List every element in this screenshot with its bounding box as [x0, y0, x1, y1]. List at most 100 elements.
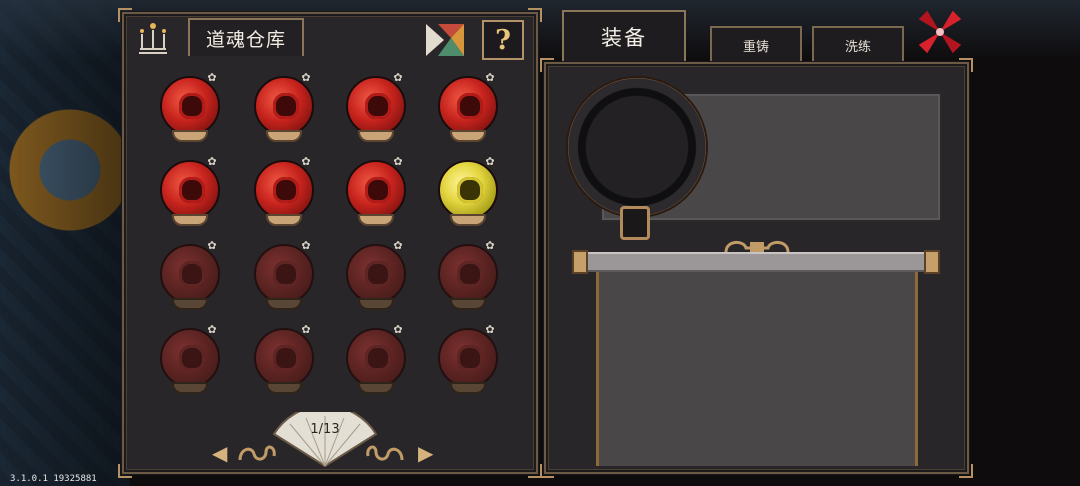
corner-ornament [118, 8, 132, 22]
orb-stand [172, 382, 208, 394]
corner-ornament [118, 464, 132, 478]
corner-ornament [540, 58, 554, 72]
demon-face-icon [179, 177, 205, 203]
demon-face-icon [179, 345, 205, 371]
soul-orb-dim [160, 244, 220, 304]
demon-face-icon [457, 177, 483, 203]
color-sort-icon[interactable] [424, 22, 466, 58]
demon-face-icon [273, 93, 299, 119]
soul-slot[interactable]: ✿ [338, 324, 418, 404]
orb-stand [172, 130, 208, 142]
orb-stand [450, 382, 486, 394]
demon-face-icon [273, 345, 299, 371]
demon-face-icon [365, 93, 391, 119]
soul-slot[interactable]: ✿ [152, 72, 232, 152]
demon-face-icon [273, 261, 299, 287]
soul-orb-red [160, 160, 220, 220]
cloud-ornament-right [366, 445, 404, 461]
demon-face-icon [457, 345, 483, 371]
close-icon[interactable] [912, 4, 968, 60]
soul-orb-dim [438, 328, 498, 388]
candelabra-icon [139, 23, 167, 54]
page-indicator: 1/13 [310, 422, 340, 437]
soul-orb-dim [438, 244, 498, 304]
orb-stand [358, 130, 394, 142]
orb-stand [358, 298, 394, 310]
soul-slot[interactable]: ✿ [430, 156, 510, 236]
orb-stand [450, 130, 486, 142]
help-button[interactable]: ? [482, 20, 524, 60]
soul-slot[interactable]: ✿ [246, 324, 326, 404]
background-map [0, 0, 130, 486]
orb-stand [172, 298, 208, 310]
soul-orb-dim [254, 328, 314, 388]
orb-stand [358, 214, 394, 226]
next-page-button[interactable]: ▶ [418, 441, 433, 465]
star-badge-icon: ✿ [207, 71, 217, 84]
orb-stand [358, 382, 394, 394]
equip-slot-ring[interactable] [566, 76, 708, 218]
corner-ornament [959, 58, 973, 72]
star-badge-icon: ✿ [393, 71, 403, 84]
soul-slot[interactable]: ✿ [430, 240, 510, 320]
scroll-rod [574, 252, 938, 272]
scroll-cap-left [572, 250, 588, 274]
soul-slot[interactable]: ✿ [338, 240, 418, 320]
version-label: 3.1.0.1 19325881 [10, 474, 97, 484]
soul-orb-dim [254, 244, 314, 304]
soul-slot[interactable]: ✿ [338, 72, 418, 152]
demon-face-icon [365, 177, 391, 203]
demon-face-icon [365, 345, 391, 371]
orb-stand [172, 214, 208, 226]
soul-slot[interactable]: ✿ [246, 240, 326, 320]
star-badge-icon: ✿ [207, 155, 217, 168]
star-badge-icon: ✿ [485, 71, 495, 84]
soul-orb-dim [346, 328, 406, 388]
soul-orb-dim [346, 244, 406, 304]
soul-orb-red [254, 76, 314, 136]
star-badge-icon: ✿ [301, 155, 311, 168]
star-badge-icon: ✿ [485, 239, 495, 252]
tab-recast[interactable]: 重铸 [710, 26, 802, 62]
prev-page-button[interactable]: ◀ [212, 441, 227, 465]
corner-ornament [959, 464, 973, 478]
scroll-cap-right [924, 250, 940, 274]
soul-orb-red [160, 76, 220, 136]
soul-orb-red [254, 160, 314, 220]
corner-ornament [540, 464, 554, 478]
soul-orb-red [438, 76, 498, 136]
tab-refine[interactable]: 洗练 [812, 26, 904, 62]
orb-stand [266, 214, 302, 226]
soul-slot[interactable]: ✿ [430, 324, 510, 404]
panel-title: 道魂仓库 [188, 18, 304, 56]
orb-stand [266, 298, 302, 310]
star-badge-icon: ✿ [393, 155, 403, 168]
soul-orb-gold [438, 160, 498, 220]
soul-slot[interactable]: ✿ [152, 324, 232, 404]
star-badge-icon: ✿ [393, 323, 403, 336]
soul-orb-red [346, 160, 406, 220]
tab-equipment[interactable]: 装备 [562, 10, 686, 62]
soul-slot[interactable]: ✿ [152, 156, 232, 236]
star-badge-icon: ✿ [301, 323, 311, 336]
corner-ornament [528, 8, 542, 22]
orb-stand [266, 382, 302, 394]
star-badge-icon: ✿ [485, 155, 495, 168]
demon-face-icon [365, 261, 391, 287]
soul-slot[interactable]: ✿ [430, 72, 510, 152]
demon-face-icon [179, 261, 205, 287]
demon-face-icon [179, 93, 205, 119]
soul-slot[interactable]: ✿ [338, 156, 418, 236]
star-badge-icon: ✿ [393, 239, 403, 252]
soul-slot[interactable]: ✿ [246, 156, 326, 236]
demon-face-icon [457, 93, 483, 119]
star-badge-icon: ✿ [207, 239, 217, 252]
demon-face-icon [273, 177, 299, 203]
soul-slot[interactable]: ✿ [246, 72, 326, 152]
orb-stand [450, 214, 486, 226]
description-scroll [596, 272, 918, 466]
soul-slot[interactable]: ✿ [152, 240, 232, 320]
star-badge-icon: ✿ [485, 323, 495, 336]
page-fan [272, 412, 378, 468]
demon-face-icon [457, 261, 483, 287]
